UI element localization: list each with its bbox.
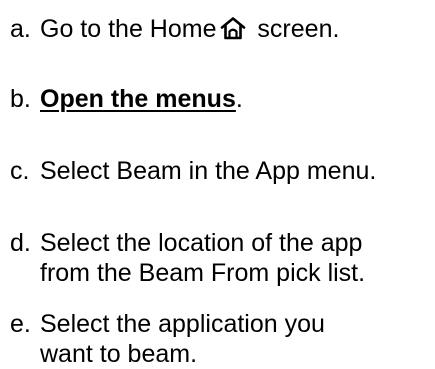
step-text: Go to the Home bbox=[40, 15, 217, 43]
step-text-line2: from the Beam From pick list. bbox=[40, 259, 366, 287]
step-text-line1: Select the location of the app bbox=[40, 229, 363, 257]
step-text: Select Beam in the App menu. bbox=[40, 157, 377, 185]
step-a: a. Go to the Home screen. bbox=[10, 14, 339, 44]
step-b: b. Open the menus. bbox=[10, 84, 243, 114]
open-menus-link[interactable]: Open the menus bbox=[40, 85, 236, 113]
step-text-line1: Select the application you bbox=[40, 310, 325, 338]
step-text-line2: want to beam. bbox=[40, 340, 198, 368]
step-marker: a. bbox=[10, 15, 31, 43]
step-marker: d. bbox=[10, 229, 31, 257]
step-text-end: . bbox=[235, 85, 243, 113]
home-icon bbox=[220, 16, 246, 40]
step-marker: e. bbox=[10, 310, 31, 338]
step-marker: b. bbox=[10, 85, 31, 113]
instruction-list: a. Go to the Home screen. b. Open the menu… bbox=[0, 0, 435, 368]
step-text-end: screen. bbox=[250, 15, 340, 43]
step-c: c. Select Beam in the App menu. bbox=[10, 156, 376, 186]
step-d: d. Select the location of the app from th… bbox=[10, 228, 365, 288]
step-e: e. Select the application you want to bea… bbox=[10, 309, 325, 369]
step-marker: c. bbox=[10, 157, 30, 185]
